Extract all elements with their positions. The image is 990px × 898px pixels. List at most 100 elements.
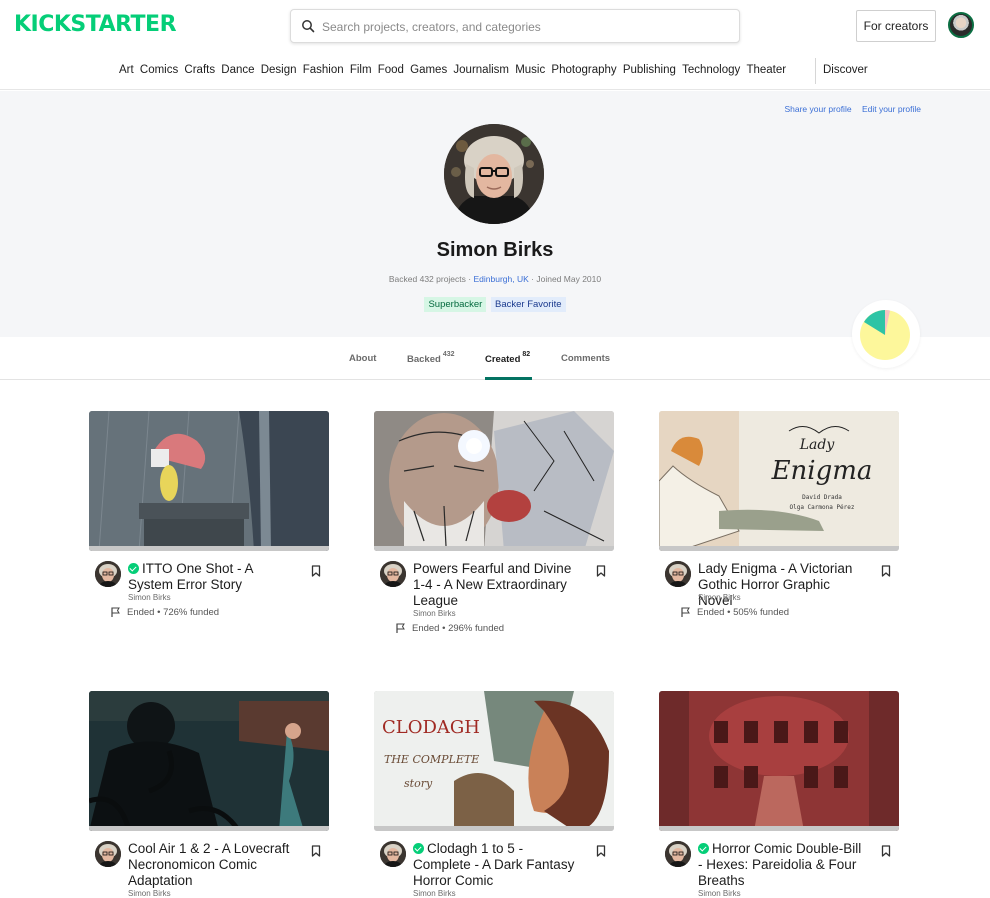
art-credits-1: David Drada [802,494,842,501]
project-status-text: Ended • 726% funded [127,607,220,618]
bookmark-icon[interactable] [881,844,891,862]
nav-divider [815,58,816,84]
profile-name: Simon Birks [436,239,554,261]
bookmark-icon[interactable] [311,844,321,862]
profile-avatar [444,124,544,224]
nav-category-design[interactable]: Design [261,64,297,76]
project-title-text: Clodagh 1 to 5 - Complete - A Dark Fanta… [413,841,575,888]
project-thumbnail[interactable] [89,691,329,831]
category-list: Art Comics Crafts Dance Design Fashion Film Foo… [119,64,792,76]
active-tab-underline [485,377,532,380]
project-thumbnail[interactable] [89,411,329,551]
project-status: Ended • 726% funded [111,607,219,618]
project-thumbnail[interactable]: Lady Enigma David Drada Olga Carmona Pér… [659,411,899,551]
kickstarter-logo[interactable]: KICKSTARTER [14,12,177,37]
art-credits-2: Olga Carmona Pérez [789,504,854,511]
nav-category-technology[interactable]: Technology [682,64,740,76]
top-bar: KICKSTARTER For creators [0,0,990,52]
funding-progress-bar [89,826,329,831]
profile-badges: Superbacker Backer Favorite [0,297,990,312]
user-menu-avatar[interactable] [948,12,974,38]
projects-we-love-icon [128,563,139,574]
project-title[interactable]: Clodagh 1 to 5 - Complete - A Dark Fanta… [413,841,583,889]
tab-comments[interactable]: Comments [561,353,610,364]
share-profile-link[interactable]: Share your profile [784,104,851,114]
project-thumbnail[interactable] [659,691,899,831]
project-creator[interactable]: Simon Birks [128,593,171,602]
nav-discover-link[interactable]: Discover [823,64,868,76]
nav-category-games[interactable]: Games [410,64,447,76]
backer-favorite-badge: Backer Favorite [490,297,566,312]
project-title[interactable]: Powers Fearful and Divine 1-4 - A New Ex… [413,561,583,609]
project-creator[interactable]: Simon Birks [128,889,171,898]
bookmark-icon[interactable] [881,564,891,582]
art-story-text: story [404,777,433,790]
project-status: Ended • 505% funded [681,607,789,618]
location-link[interactable]: Edinburgh, UK [473,274,528,284]
nav-category-comics[interactable]: Comics [140,64,178,76]
tab-backed-count: 432 [442,351,455,358]
projects-we-love-icon [413,843,424,854]
project-thumbnail[interactable] [374,411,614,551]
nav-category-fashion[interactable]: Fashion [303,64,344,76]
art-enigma-text: Enigma [771,456,873,486]
creator-avatar[interactable] [665,561,691,587]
search-input[interactable] [322,17,722,37]
profile-tabs: About Backed 432 Created 82 Comments [0,337,990,380]
project-title[interactable]: Cool Air 1 & 2 - A Lovecraft Necronomico… [128,841,298,889]
tab-created-label: Created [485,354,521,366]
tab-created[interactable]: Created 82 [485,351,530,366]
nav-category-film[interactable]: Film [350,64,372,76]
project-creator[interactable]: Simon Birks [698,889,741,898]
profile-header: Share your profile Edit your profile Sim… [0,91,990,337]
project-title-text: ITTO One Shot - A System Error Story [128,561,253,592]
nav-category-crafts[interactable]: Crafts [184,64,215,76]
search-box[interactable] [290,9,740,43]
category-nav: Art Comics Crafts Dance Design Fashion Film Foo… [0,52,990,90]
projects-we-love-icon [698,843,709,854]
funding-progress-bar [659,826,899,831]
tab-about[interactable]: About [349,353,376,364]
for-creators-button[interactable]: For creators [856,10,936,42]
nav-category-theater[interactable]: Theater [746,64,786,76]
funding-progress-bar [89,546,329,551]
creator-avatar[interactable] [380,561,406,587]
project-title-text: Powers Fearful and Divine 1-4 - A New Ex… [413,561,572,608]
flag-icon [111,607,120,617]
edit-profile-link[interactable]: Edit your profile [862,104,921,114]
nav-category-food[interactable]: Food [378,64,404,76]
profile-meta: Backed 432 projects · Edinburgh, UK · Jo… [0,274,990,284]
funding-progress-bar [374,826,614,831]
project-title[interactable]: ITTO One Shot - A System Error Story [128,561,298,593]
nav-category-photography[interactable]: Photography [551,64,616,76]
creator-avatar[interactable] [665,841,691,867]
project-status-text: Ended • 296% funded [412,623,505,634]
funding-progress-bar [374,546,614,551]
creator-avatar[interactable] [380,841,406,867]
tab-backed[interactable]: Backed 432 [407,351,455,365]
bookmark-icon[interactable] [596,844,606,862]
creator-avatar[interactable] [95,561,121,587]
project-status: Ended • 296% funded [396,623,504,634]
project-thumbnail[interactable]: CLODAGH THE COMPLETE story [374,691,614,831]
project-creator[interactable]: Simon Birks [698,593,741,602]
backed-count: Backed 432 projects [388,274,466,284]
nav-category-dance[interactable]: Dance [221,64,254,76]
joined-date: Joined May 2010 [536,274,602,284]
funding-progress-bar [659,546,899,551]
nav-category-music[interactable]: Music [515,64,545,76]
profile-actions: Share your profile Edit your profile [776,104,921,114]
project-creator[interactable]: Simon Birks [413,609,456,618]
creator-avatar[interactable] [95,841,121,867]
nav-category-publishing[interactable]: Publishing [623,64,676,76]
project-title[interactable]: Horror Comic Double-Bill - Hexes: Pareid… [698,841,868,889]
art-lady-text: Lady [799,437,836,453]
bookmark-icon[interactable] [596,564,606,582]
art-clodagh-text: CLODAGH [382,717,480,738]
project-creator[interactable]: Simon Birks [413,889,456,898]
project-status-text: Ended • 505% funded [697,607,790,618]
bookmark-icon[interactable] [311,564,321,582]
nav-category-art[interactable]: Art [119,64,134,76]
flag-icon [396,623,405,633]
nav-category-journalism[interactable]: Journalism [453,64,509,76]
